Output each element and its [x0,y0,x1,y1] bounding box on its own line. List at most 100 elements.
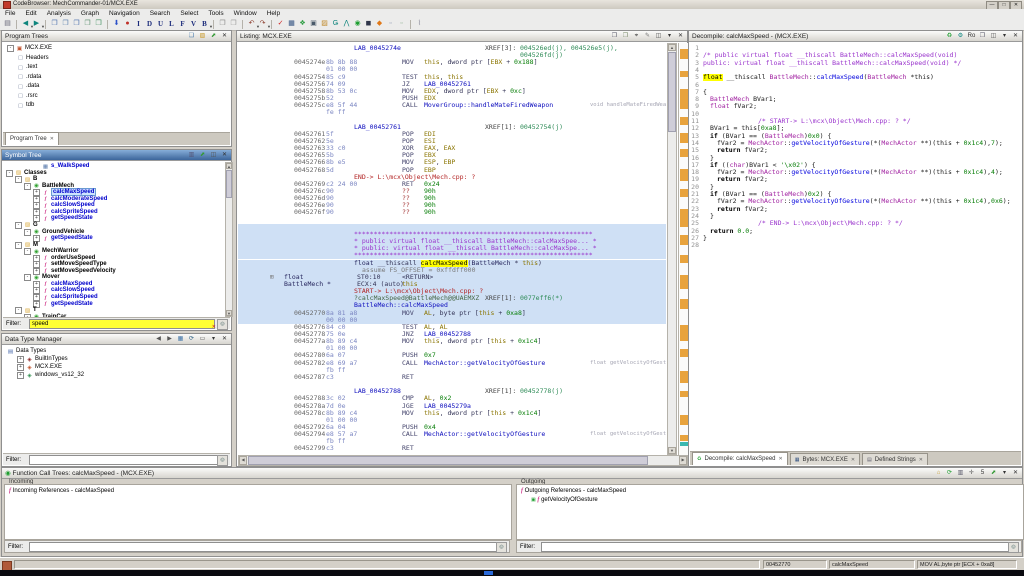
listing-row[interactable]: fe ff [238,109,666,116]
tree-item[interactable]: ▢.data [3,83,230,90]
menu-search[interactable]: Search [145,10,176,17]
listing-row[interactable] [238,381,666,388]
listing-row[interactable]: 00 00 00 [238,317,666,324]
listing-row[interactable]: 0045275ce8 5f 44CALLMoverGroup::handleMa… [238,102,666,109]
listing-row[interactable]: * public virtual float __thiscall Battle… [238,238,666,245]
listing-row[interactable]: ?calcMaxSpeed@BattleMech@@UAEMXZXREF[1]:… [238,295,666,302]
overview-mark[interactable] [680,235,688,245]
overview-mark[interactable] [680,169,688,181]
call-trees-header[interactable]: ◉ Function Call Trees: calcMaxSpeed - (M… [2,468,1022,479]
listing-row[interactable]: 004527685dPOPEBP [238,167,666,174]
letter-l-icon[interactable]: L [166,19,177,29]
overview-mark[interactable] [680,299,688,309]
window-icon[interactable]: ▣ [308,19,319,29]
menu-graph[interactable]: Graph [76,10,104,17]
dtm-filter-input[interactable] [29,455,221,465]
listing-row[interactable]: 004527615fPOPEDI [238,131,666,138]
decompile-line[interactable]: 15return fVar2; [690,147,1022,154]
listing-row[interactable]: * public: virtual float __thiscall Battl… [238,245,666,252]
filter-options-icon[interactable]: ◎ [217,455,228,466]
export-icon[interactable]: ⬈ [198,151,207,160]
close-icon[interactable]: ✕ [220,335,229,344]
listing-row[interactable]: float __thiscall calcMaxSpeed(BattleMech… [238,260,666,267]
decompile-line[interactable]: 25/* END-> L:\mcx\Object\Mech.cpp: ? */ [690,220,1022,227]
decompile-line[interactable]: 19return fVar2; [690,176,1022,183]
tab-program-tree[interactable]: Program Tree ✕ [5,132,59,145]
decompile-line[interactable]: 14fVar2 = MechActor::getVelocityOfGestur… [690,140,1022,147]
overview-mark[interactable] [680,255,688,263]
validate-icon[interactable]: ✓ [275,19,286,29]
listing-row[interactable]: ****************************************… [238,231,666,238]
listing-row[interactable]: 0045278c8b 89 c4MOVthis, dword ptr [this… [238,410,666,417]
listing-row[interactable]: 0045276e90??90h [238,202,666,209]
console-icon[interactable]: ◼ [363,19,374,29]
undo-icon[interactable]: ↶▼ [246,19,257,29]
home-icon[interactable]: ⌂ [934,469,943,478]
datatype-item[interactable]: +◈BuiltInTypes [3,356,230,363]
overview-mark[interactable] [680,209,688,227]
listing-row[interactable]: 01 00 00 [238,417,666,424]
copy-icon[interactable]: ❐ [49,19,60,29]
listing-row[interactable]: 0045276f90??90h [238,209,666,216]
tab-defined-strings[interactable]: ▤Defined Strings✕ [862,453,928,465]
outgoing-filter-input[interactable] [541,542,1009,552]
listing-row[interactable]: 0045278a7d 0eJGELAB_0045279a [238,403,666,410]
disassemble-icon[interactable]: ⬇ [111,19,122,29]
decompile-line[interactable]: 12BVar1 = this[0xa8]; [690,125,1022,132]
export-icon[interactable]: ⬈ [209,32,218,41]
letter-d-icon[interactable]: D [144,19,155,29]
tool-a-icon[interactable]: ▫ [385,19,396,29]
clear-filter-icon[interactable]: ✕ [212,321,216,333]
expand-icon[interactable]: ✛ [967,469,976,478]
listing-row[interactable]: 0045276d90??90h [238,195,666,202]
decompile-line[interactable]: 10 [690,111,1022,118]
listing-row[interactable]: 00452794e8 57 a7CALLMechActor::getVeloci… [238,431,666,438]
menu-help[interactable]: Help [262,10,285,17]
listing-row[interactable] [238,224,666,231]
decompile-line[interactable]: 20} [690,184,1022,191]
letter-b-icon[interactable]: B▼ [199,19,210,29]
symbol-tree-header[interactable]: Symbol Tree ▥⬈◫✕ [2,150,231,161]
listing-row[interactable]: fb ff [238,367,666,374]
export-icon[interactable]: ⬈ [989,469,998,478]
overview-mark[interactable] [680,49,688,59]
tab-bytes-mcx-exe[interactable]: ▦Bytes: MCX.EXE✕ [790,453,860,465]
close-icon[interactable]: ✕ [220,32,229,41]
tree-item[interactable]: ▢.rsrc [3,93,230,100]
paste-special-icon[interactable]: ❐ [82,19,93,29]
listing-row[interactable]: ****************************************… [238,252,666,259]
program-trees-header[interactable]: Program Trees ❏▨⬈✕ [2,31,231,42]
datatype-item[interactable]: +◈windows_vs12_32 [3,372,230,379]
listing-vscrollbar[interactable]: ▲ ▼ [667,43,677,455]
overview-mark[interactable] [680,391,688,397]
decompile-line[interactable]: 27} [690,235,1022,242]
listing-row[interactable]: 00452787c3RET [238,374,666,381]
menu-edit[interactable]: Edit [20,10,41,17]
refresh-icon[interactable]: ♻ [945,32,954,41]
tab-close-icon[interactable]: ✕ [851,455,855,465]
decompile-header[interactable]: Decompile: calcMaxSpeed - (MCX.EXE) ♻⚙Ro… [689,31,1022,42]
panel-menu-icon[interactable]: ▾ [665,32,674,41]
script-icon[interactable]: ⌇ [414,19,425,29]
collapse-icon[interactable]: ▭ [198,335,207,344]
menu-select[interactable]: Select [175,10,203,17]
listing-row[interactable]: 004527926a 04PUSH0x4 [238,424,666,431]
tree-item[interactable]: ▢.rdata [3,74,230,81]
listing-row[interactable]: END-> L:\mcx\Object\Mech.cpp: ? [238,174,666,181]
decompile-line[interactable]: 7{ [690,89,1022,96]
open-folder-icon[interactable]: ▨ [198,32,207,41]
overview-mark[interactable] [680,349,688,357]
overview-mark[interactable] [680,117,688,125]
symbol-table-icon[interactable]: ❖ [297,19,308,29]
rename-icon[interactable]: Ro [967,32,976,41]
panel-menu-icon[interactable]: ▾ [1000,32,1009,41]
tree-item[interactable]: ▢.text [3,64,230,71]
decompile-line[interactable]: 16} [690,155,1022,162]
listing-header[interactable]: Listing: MCX.EXE ❐❐⌖✎◫▾✕ [237,31,687,42]
filter-duplicates-icon[interactable]: ▥ [956,469,965,478]
snapshot-icon[interactable]: ◫ [654,32,663,41]
listing-row[interactable]: START-> L:\mcx\Object\Mech.cpp: ? [238,288,666,295]
decompile-line[interactable]: 4 [690,67,1022,74]
listing-row[interactable]: 00452782e8 69 a7CALLMechActor::getVeloci… [238,360,666,367]
overview-mark[interactable] [680,89,688,109]
